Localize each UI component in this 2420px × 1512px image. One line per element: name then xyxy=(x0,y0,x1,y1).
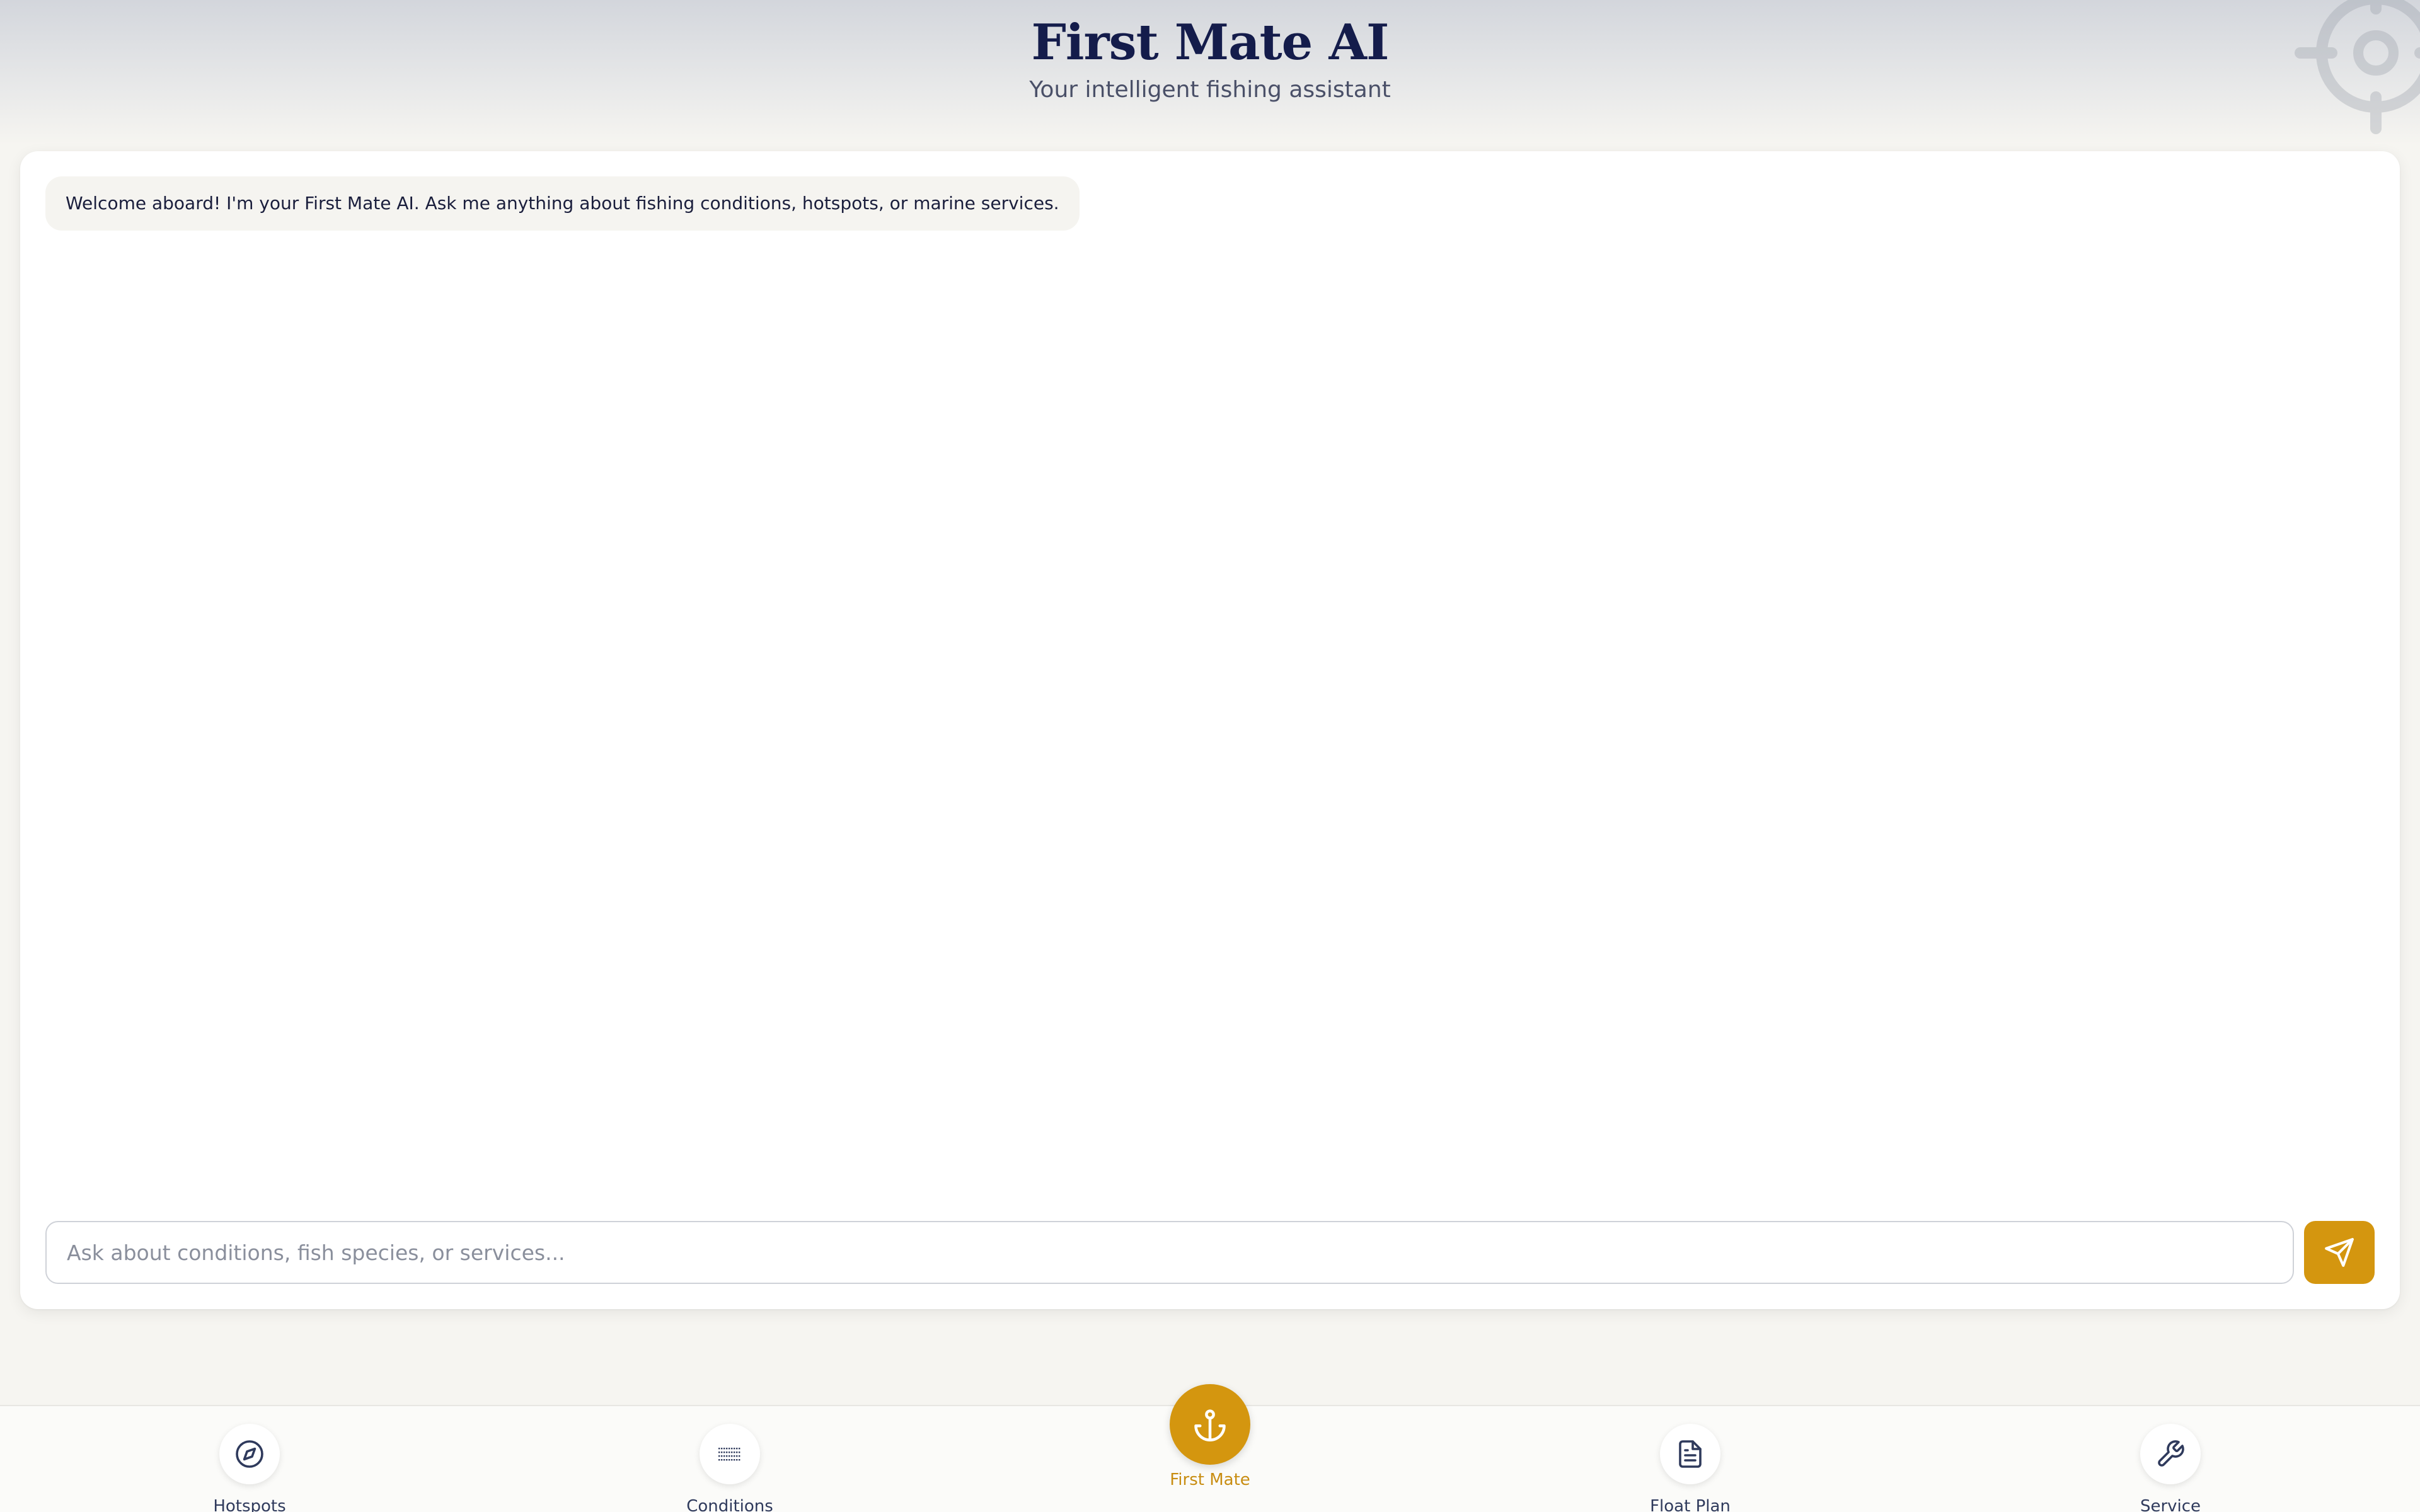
nav-label-conditions: Conditions xyxy=(686,1497,773,1512)
compass-icon xyxy=(236,1440,263,1468)
chat-input[interactable] xyxy=(45,1221,2294,1284)
app-header: First Mate AI Your intelligent fishing a… xyxy=(0,0,2420,145)
nav-item-first-mate[interactable]: First Mate xyxy=(1129,1381,1291,1507)
nav-label-float-plan: Float Plan xyxy=(1650,1497,1731,1512)
assistant-message: Welcome aboard! I'm your First Mate AI. … xyxy=(45,176,1080,231)
ship-wheel-icon xyxy=(2295,0,2420,134)
composer xyxy=(45,1221,2375,1284)
app-root: First Mate AI Your intelligent fishing a… xyxy=(0,0,2420,1512)
send-icon xyxy=(2325,1238,2354,1267)
nav-label-service: Service xyxy=(2140,1497,2201,1512)
nav-item-conditions[interactable]: Conditions xyxy=(635,1424,824,1512)
send-button[interactable] xyxy=(2304,1221,2375,1284)
anchor-icon xyxy=(1194,1409,1226,1441)
wrench-icon xyxy=(2158,1440,2184,1467)
document-icon xyxy=(1679,1440,1702,1468)
dots-grid-icon xyxy=(718,1448,740,1461)
nav-item-hotspots[interactable]: Hotspots xyxy=(155,1424,344,1512)
nav-item-float-plan[interactable]: Float Plan xyxy=(1596,1424,1785,1512)
nav-label-first-mate: First Mate xyxy=(1170,1470,1250,1489)
nav-item-service[interactable]: Service xyxy=(2076,1424,2265,1512)
page-title: First Mate AI xyxy=(1031,14,1390,71)
chat-panel: Welcome aboard! I'm your First Mate AI. … xyxy=(20,151,2400,1309)
nav-label-hotspots: Hotspots xyxy=(213,1497,286,1512)
page-subtitle: Your intelligent fishing assistant xyxy=(1029,77,1391,103)
